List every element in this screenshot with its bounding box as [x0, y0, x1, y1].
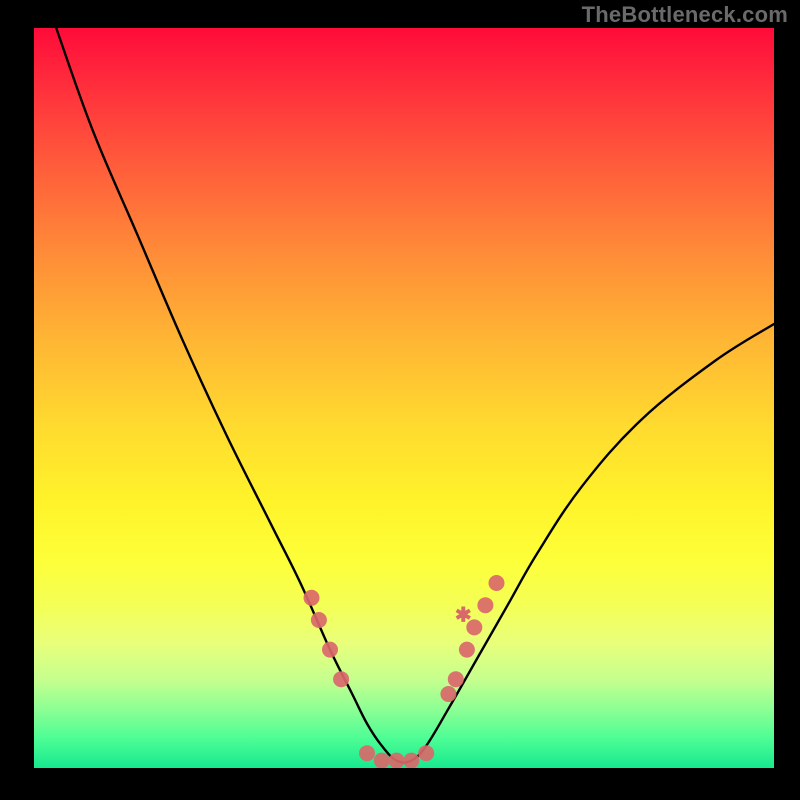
- highlight-dot: [459, 642, 475, 658]
- watermark-text: TheBottleneck.com: [582, 2, 788, 28]
- chart-frame: TheBottleneck.com ✱: [0, 0, 800, 800]
- highlight-dot: [448, 671, 464, 687]
- highlight-dot: [389, 753, 405, 768]
- annotation-mark: ✱: [455, 605, 472, 627]
- highlight-dot: [333, 671, 349, 687]
- chart-svg-layer: ✱: [34, 28, 774, 768]
- highlight-dot: [374, 753, 390, 768]
- highlight-dot: [322, 642, 338, 658]
- highlight-dot: [489, 575, 505, 591]
- annotations-group: ✱: [455, 605, 472, 627]
- highlight-dot: [304, 590, 320, 606]
- highlight-dots-group: [304, 575, 505, 768]
- highlight-dot: [477, 597, 493, 613]
- highlight-dot: [359, 745, 375, 761]
- highlight-dot: [403, 753, 419, 768]
- highlight-dot: [418, 745, 434, 761]
- highlight-dot: [440, 686, 456, 702]
- bottleneck-curve-line: [56, 28, 774, 763]
- highlight-dot: [311, 612, 327, 628]
